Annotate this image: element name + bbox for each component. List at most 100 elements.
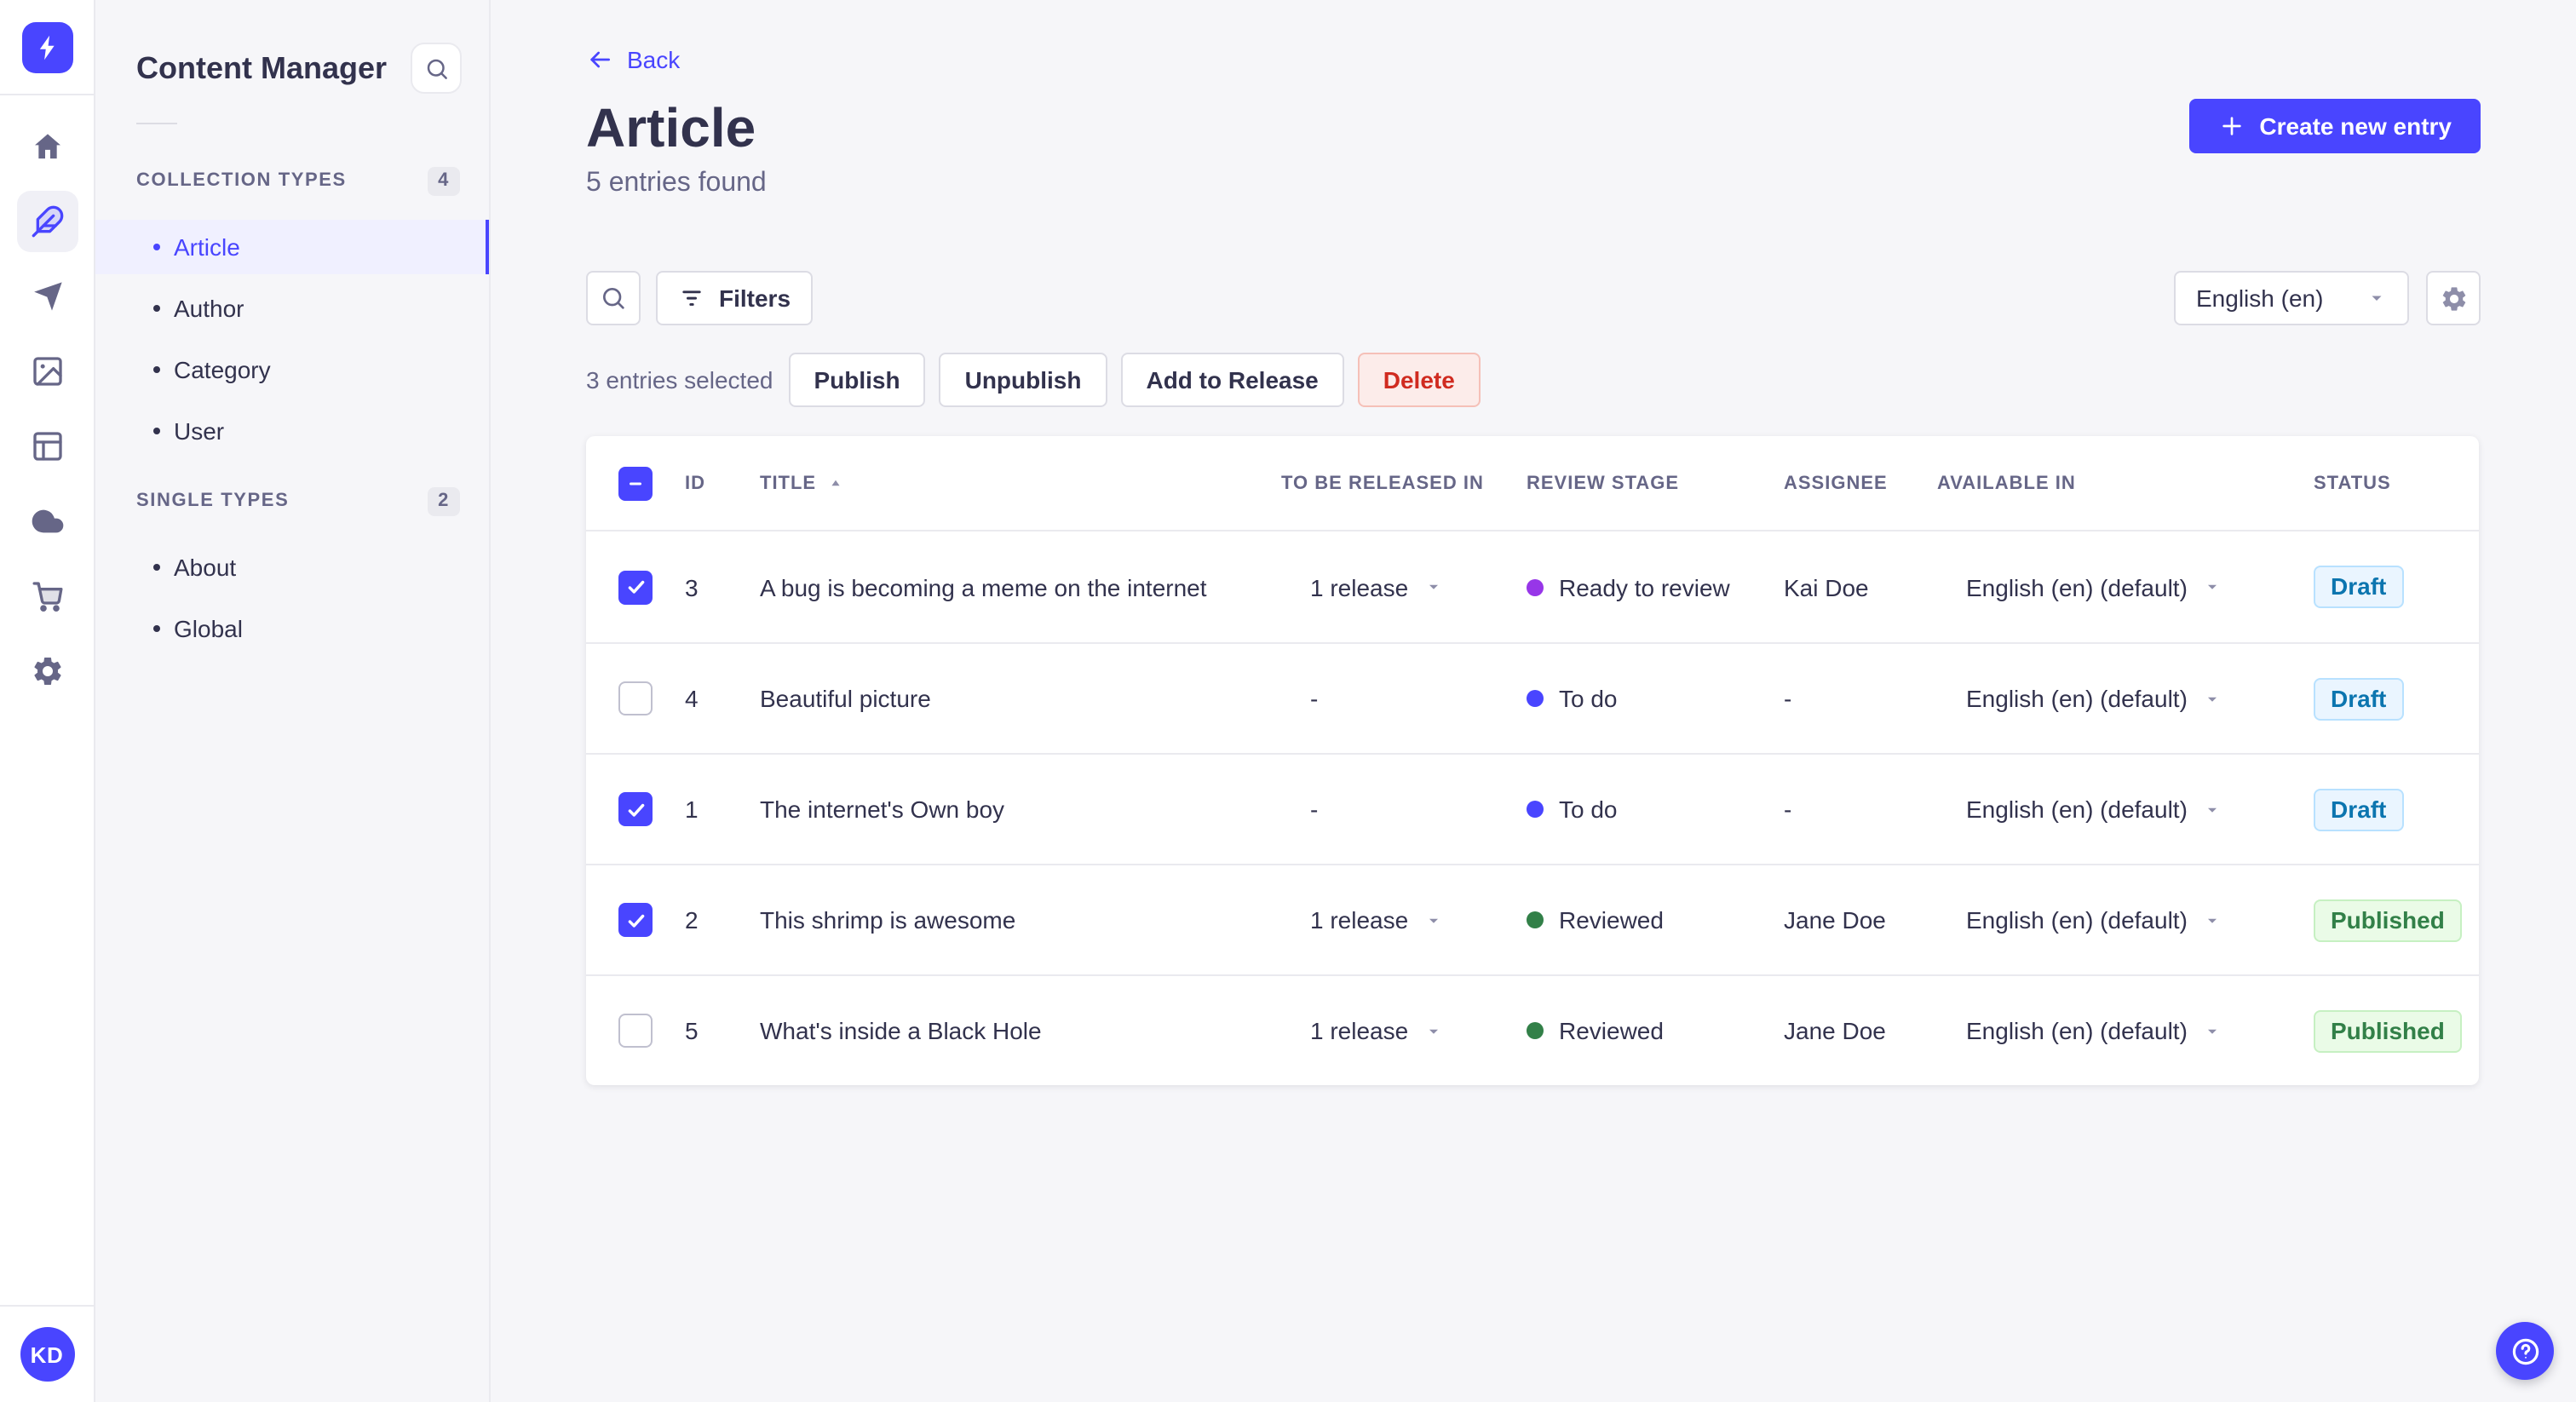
chevron-down-icon	[1423, 911, 1442, 929]
delete-button[interactable]: Delete	[1357, 353, 1481, 407]
cell-title: What's inside a Black Hole	[760, 1017, 1042, 1044]
select-all-checkbox[interactable]	[618, 466, 653, 500]
sidebar-item-label: About	[174, 554, 237, 581]
sidebar-item-category[interactable]: Category	[95, 342, 489, 397]
back-label: Back	[627, 46, 681, 73]
row-checkbox[interactable]	[618, 1014, 653, 1048]
row-checkbox[interactable]	[618, 681, 653, 715]
add-to-release-button[interactable]: Add to Release	[1120, 353, 1344, 407]
home-icon[interactable]	[16, 116, 78, 177]
view-settings-gear-icon[interactable]	[2426, 271, 2481, 325]
sidebar-item-about[interactable]: About	[95, 540, 489, 595]
cell-locale-dropdown[interactable]: English (en) (default)	[1937, 1017, 2314, 1044]
cell-release-dropdown[interactable]: 1 release	[1281, 1017, 1527, 1044]
cell-release-dropdown: -	[1281, 685, 1527, 712]
row-checkbox[interactable]	[618, 903, 653, 937]
cell-id: 4	[685, 685, 699, 712]
collection-types-count-badge: 4	[428, 166, 460, 195]
column-header-title-label: TITLE	[760, 473, 817, 493]
create-new-entry-label: Create new entry	[2259, 112, 2452, 140]
cell-review-stage: To do	[1527, 685, 1784, 712]
chevron-down-icon	[2366, 288, 2387, 308]
column-header-stage: REVIEW STAGE	[1527, 473, 1680, 493]
search-icon[interactable]	[411, 43, 462, 94]
stage-label: Ready to review	[1559, 573, 1730, 600]
cell-status: Published	[2314, 1009, 2479, 1052]
column-header-title[interactable]: TITLE	[760, 473, 1281, 493]
sidebar-item-global[interactable]: Global	[95, 601, 489, 656]
cell-id: 5	[685, 1017, 699, 1044]
release-value: 1 release	[1310, 573, 1409, 600]
cell-locale-dropdown[interactable]: English (en) (default)	[1937, 796, 2314, 823]
single-types-section-header: SINGLE TYPES 2	[95, 484, 489, 518]
sidebar-divider	[136, 123, 177, 124]
cell-release-dropdown[interactable]: 1 release	[1281, 573, 1527, 600]
row-checkbox[interactable]	[618, 792, 653, 826]
table-row[interactable]: 2 This shrimp is awesome 1 release Revie…	[586, 864, 2479, 974]
filters-button[interactable]: Filters	[656, 271, 814, 325]
stage-label: To do	[1559, 685, 1618, 712]
stage-dot-icon	[1527, 578, 1544, 595]
cloud-icon[interactable]	[16, 491, 78, 552]
table-row[interactable]: 1 The internet's Own boy - To do - Engli…	[586, 753, 2479, 864]
strapi-logo-icon[interactable]	[21, 22, 72, 73]
cell-locale-dropdown[interactable]: English (en) (default)	[1937, 685, 2314, 712]
status-badge: Draft	[2314, 788, 2404, 830]
entries-table: ID TITLE TO BE RELEASED IN REVIEW STAGE …	[586, 436, 2479, 1085]
publish-button[interactable]: Publish	[788, 353, 926, 407]
cell-review-stage: Reviewed	[1527, 906, 1784, 934]
sidebar-item-label: Article	[174, 233, 240, 261]
filter-icon	[678, 284, 705, 312]
table-row[interactable]: 3 A bug is becoming a meme on the intern…	[586, 531, 2479, 642]
unpublish-button[interactable]: Unpublish	[939, 353, 1107, 407]
cell-review-stage: Reviewed	[1527, 1017, 1784, 1044]
bullet-icon	[153, 366, 160, 373]
send-icon[interactable]	[16, 266, 78, 327]
locale-value: English (en) (default)	[1966, 1017, 2188, 1044]
stage-label: Reviewed	[1559, 1017, 1664, 1044]
help-icon[interactable]	[2496, 1322, 2554, 1380]
cell-title: The internet's Own boy	[760, 796, 1005, 823]
table-row[interactable]: 5 What's inside a Black Hole 1 release R…	[586, 974, 2479, 1085]
chevron-down-icon	[1423, 1021, 1442, 1040]
locale-value: English (en) (default)	[1966, 685, 2188, 712]
table-row[interactable]: 4 Beautiful picture - To do - English (e…	[586, 642, 2479, 753]
stage-label: Reviewed	[1559, 906, 1664, 934]
column-header-id: ID	[685, 473, 705, 493]
media-library-icon[interactable]	[16, 341, 78, 402]
create-new-entry-button[interactable]: Create new entry	[2189, 99, 2481, 153]
sidebar-item-user[interactable]: User	[95, 404, 489, 458]
chevron-down-icon	[2203, 577, 2222, 596]
sidebar-item-article[interactable]: Article	[95, 220, 489, 274]
locale-select[interactable]: English (en)	[2174, 271, 2409, 325]
cell-assignee: -	[1784, 796, 1792, 823]
sidebar-item-label: Author	[174, 295, 244, 322]
search-icon[interactable]	[586, 271, 641, 325]
gear-icon[interactable]	[16, 641, 78, 702]
row-checkbox[interactable]	[618, 570, 653, 604]
cart-icon[interactable]	[16, 566, 78, 627]
nav-rail: KD	[0, 0, 95, 1402]
feather-content-icon[interactable]	[16, 191, 78, 252]
release-value: 1 release	[1310, 1017, 1409, 1044]
sidebar-item-author[interactable]: Author	[95, 281, 489, 336]
locale-value: English (en) (default)	[1966, 906, 2188, 934]
release-value: -	[1310, 685, 1319, 712]
status-badge: Published	[2314, 1009, 2462, 1052]
cell-release-dropdown[interactable]: 1 release	[1281, 906, 1527, 934]
cell-locale-dropdown[interactable]: English (en) (default)	[1937, 573, 2314, 600]
cell-status: Draft	[2314, 566, 2479, 608]
entries-count-text: 5 entries found	[586, 169, 767, 198]
sort-asc-icon	[826, 474, 845, 492]
collection-types-label: COLLECTION TYPES	[136, 170, 347, 191]
plus-icon	[2218, 112, 2245, 140]
locale-value: English (en)	[2196, 284, 2324, 312]
cell-locale-dropdown[interactable]: English (en) (default)	[1937, 906, 2314, 934]
user-avatar[interactable]: KD	[20, 1327, 74, 1382]
cell-title: Beautiful picture	[760, 685, 931, 712]
back-link[interactable]: Back	[586, 46, 2481, 73]
content-manager-sidebar: Content Manager COLLECTION TYPES 4 Artic…	[95, 0, 491, 1402]
status-badge: Draft	[2314, 566, 2404, 608]
chevron-down-icon	[2203, 800, 2222, 819]
layout-icon[interactable]	[16, 416, 78, 477]
